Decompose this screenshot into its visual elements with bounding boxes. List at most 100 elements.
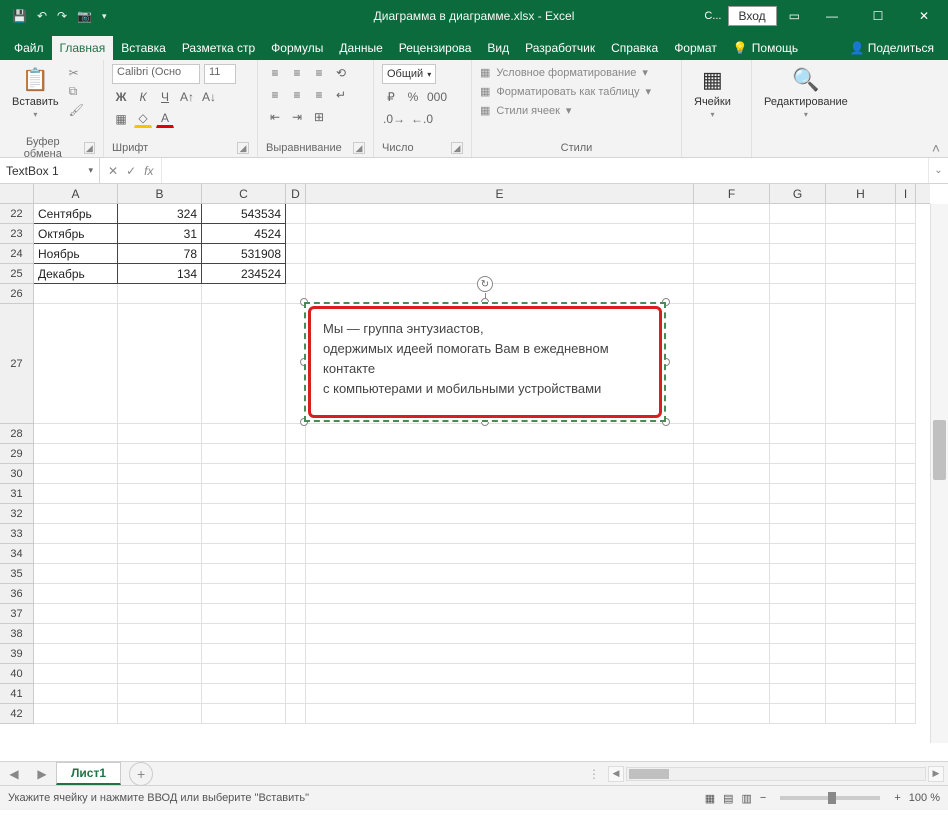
cell[interactable]	[770, 524, 826, 544]
row-header[interactable]: 38	[0, 624, 33, 644]
cell[interactable]	[34, 524, 118, 544]
paste-button[interactable]: 📋 Вставить ▾	[8, 64, 63, 121]
cell[interactable]	[118, 584, 202, 604]
sheet-nav-next-icon[interactable]: ▶	[28, 767, 56, 781]
cell[interactable]	[770, 484, 826, 504]
cell[interactable]	[202, 624, 286, 644]
cell[interactable]	[306, 464, 694, 484]
column-header[interactable]: A	[34, 184, 118, 203]
cell[interactable]	[770, 444, 826, 464]
row-header[interactable]: 27	[0, 304, 33, 424]
cell[interactable]	[306, 484, 694, 504]
cell[interactable]	[286, 544, 306, 564]
cell[interactable]	[694, 704, 770, 724]
cell[interactable]	[34, 284, 118, 304]
cell[interactable]	[694, 464, 770, 484]
cell[interactable]	[770, 504, 826, 524]
close-button[interactable]: ✕	[904, 0, 944, 32]
cell[interactable]	[34, 504, 118, 524]
textbox-shape[interactable]: ↻ Мы — группа энтузиастов, одержимых иде…	[304, 302, 666, 422]
sheet-tab-1[interactable]: Лист1	[56, 762, 121, 785]
cell[interactable]	[826, 684, 896, 704]
cell[interactable]	[34, 604, 118, 624]
cell[interactable]	[694, 604, 770, 624]
cell[interactable]	[896, 284, 916, 304]
cell[interactable]	[896, 704, 916, 724]
cell[interactable]	[694, 444, 770, 464]
tab-split-icon[interactable]: ⋮	[588, 767, 600, 781]
cell[interactable]	[286, 604, 306, 624]
cell[interactable]	[34, 444, 118, 464]
tab-data[interactable]: Данные	[331, 36, 390, 60]
cell[interactable]	[306, 424, 694, 444]
zoom-slider[interactable]	[780, 796, 880, 800]
percent-icon[interactable]: %	[404, 88, 422, 106]
cell[interactable]	[694, 284, 770, 304]
column-header[interactable]: D	[286, 184, 306, 203]
cell[interactable]	[286, 644, 306, 664]
save-icon[interactable]: 💾	[12, 9, 27, 23]
zoom-in-icon[interactable]: +	[894, 792, 900, 804]
cell[interactable]	[826, 704, 896, 724]
align-middle-icon[interactable]: ≡	[288, 64, 306, 82]
tab-format[interactable]: Формат	[666, 36, 725, 60]
cell[interactable]	[826, 484, 896, 504]
cell[interactable]	[306, 264, 694, 284]
cell[interactable]	[34, 544, 118, 564]
cell[interactable]	[286, 564, 306, 584]
cell[interactable]	[118, 604, 202, 624]
cell[interactable]	[826, 264, 896, 284]
cell[interactable]	[694, 304, 770, 424]
cell[interactable]	[286, 264, 306, 284]
cell[interactable]	[202, 424, 286, 444]
column-header[interactable]: H	[826, 184, 896, 203]
row-header[interactable]: 28	[0, 424, 33, 444]
row-header[interactable]: 41	[0, 684, 33, 704]
italic-button[interactable]: К	[134, 88, 152, 106]
cell[interactable]	[202, 444, 286, 464]
cell[interactable]	[896, 424, 916, 444]
column-header[interactable]: E	[306, 184, 694, 203]
row-header[interactable]: 24	[0, 244, 33, 264]
cell-styles-button[interactable]: ▦Стили ячеек ▾	[480, 102, 571, 119]
scroll-left-icon[interactable]: ◀	[608, 766, 624, 782]
cell[interactable]	[306, 684, 694, 704]
column-header[interactable]: F	[694, 184, 770, 203]
cell[interactable]	[202, 544, 286, 564]
cell[interactable]	[202, 644, 286, 664]
cell[interactable]	[694, 424, 770, 444]
cell[interactable]	[826, 204, 896, 224]
cell[interactable]	[118, 624, 202, 644]
cell[interactable]	[770, 544, 826, 564]
tab-developer[interactable]: Разработчик	[517, 36, 603, 60]
collapse-ribbon-icon[interactable]: ˄	[932, 140, 940, 156]
tab-home[interactable]: Главная	[52, 36, 114, 60]
maximize-button[interactable]: ☐	[858, 0, 898, 32]
cell[interactable]	[896, 604, 916, 624]
number-dialog-icon[interactable]: ◢	[451, 142, 463, 154]
cell[interactable]	[770, 704, 826, 724]
cell[interactable]	[202, 584, 286, 604]
bold-button[interactable]: Ж	[112, 88, 130, 106]
cell[interactable]	[770, 224, 826, 244]
cell[interactable]: 134	[118, 264, 202, 284]
cell[interactable]	[306, 524, 694, 544]
align-left-icon[interactable]: ≡	[266, 86, 284, 104]
cell[interactable]	[896, 244, 916, 264]
cell[interactable]	[202, 704, 286, 724]
expand-formula-bar-icon[interactable]: ⌄	[928, 158, 948, 183]
font-dialog-icon[interactable]: ◢	[237, 142, 249, 154]
cell[interactable]	[694, 544, 770, 564]
cell[interactable]: Октябрь	[34, 224, 118, 244]
row-header[interactable]: 42	[0, 704, 33, 724]
cell[interactable]	[118, 284, 202, 304]
cell[interactable]: Ноябрь	[34, 244, 118, 264]
cell[interactable]	[896, 264, 916, 284]
cell[interactable]	[896, 664, 916, 684]
tab-file[interactable]: Файл	[6, 36, 52, 60]
row-header[interactable]: 34	[0, 544, 33, 564]
cell[interactable]	[694, 264, 770, 284]
wrap-text-icon[interactable]: ↵	[332, 86, 350, 104]
cell[interactable]	[694, 684, 770, 704]
tab-page-layout[interactable]: Разметка стр	[174, 36, 263, 60]
